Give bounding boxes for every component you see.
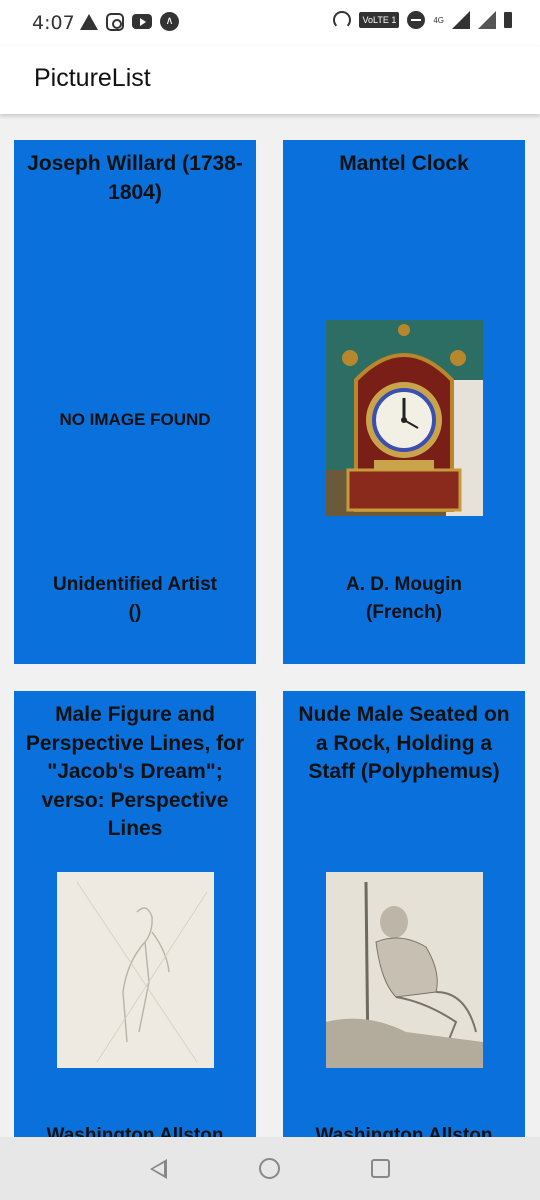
mantel-clock-image — [326, 320, 483, 516]
app-icon: ∧ — [160, 12, 179, 31]
system-nav-bar — [0, 1137, 540, 1200]
instagram-icon — [106, 12, 124, 31]
hotspot-icon — [333, 11, 352, 29]
warning-icon — [80, 13, 98, 30]
system-icons: VoLTE 1 4G — [333, 11, 512, 29]
sketch-image — [57, 872, 214, 1068]
volte-icon: VoLTE 1 — [359, 12, 400, 28]
picture-card[interactable]: Mantel Clock A. D. Mougin (French) — [283, 140, 525, 664]
back-icon[interactable] — [150, 1159, 167, 1179]
card-title: Nude Male Seated on a Rock, Holding a St… — [298, 703, 510, 783]
status-time: 4:07 — [32, 12, 75, 34]
picture-card[interactable]: Male Figure and Perspective Lines, for "… — [14, 691, 256, 1137]
youtube-icon — [132, 14, 152, 29]
signal-icon — [452, 11, 470, 29]
no-image-label: NO IMAGE FOUND — [59, 410, 211, 429]
app-bar: PictureList — [0, 46, 540, 114]
card-title: Joseph Willard (1738-1804) — [27, 152, 243, 204]
notification-icons: ∧ — [80, 12, 179, 31]
dnd-icon — [407, 11, 426, 29]
artist-nationality: () — [128, 602, 142, 623]
status-bar: 4:07 ∧ VoLTE 1 4G — [0, 0, 540, 46]
card-title: Male Figure and Perspective Lines, for "… — [25, 703, 245, 840]
polyphemus-sketch-image — [326, 872, 483, 1068]
network-type: 4G — [433, 15, 444, 25]
picture-card[interactable]: Joseph Willard (1738-1804) NO IMAGE FOUN… — [14, 140, 256, 664]
recent-apps-icon[interactable] — [371, 1159, 390, 1178]
artist-nationality: (French) — [366, 602, 442, 623]
signal-icon — [478, 11, 496, 29]
artist-name: Unidentified Artist — [53, 574, 217, 595]
home-icon[interactable] — [259, 1158, 280, 1179]
card-title: Mantel Clock — [339, 152, 469, 175]
artist-name: A. D. Mougin — [345, 574, 463, 595]
artist-name: Washington Allston — [315, 1125, 493, 1137]
artist-name: Washington Allston — [46, 1125, 224, 1137]
battery-icon — [504, 12, 512, 28]
page-title: PictureList — [34, 64, 151, 92]
picture-card[interactable]: Nude Male Seated on a Rock, Holding a St… — [283, 691, 525, 1137]
